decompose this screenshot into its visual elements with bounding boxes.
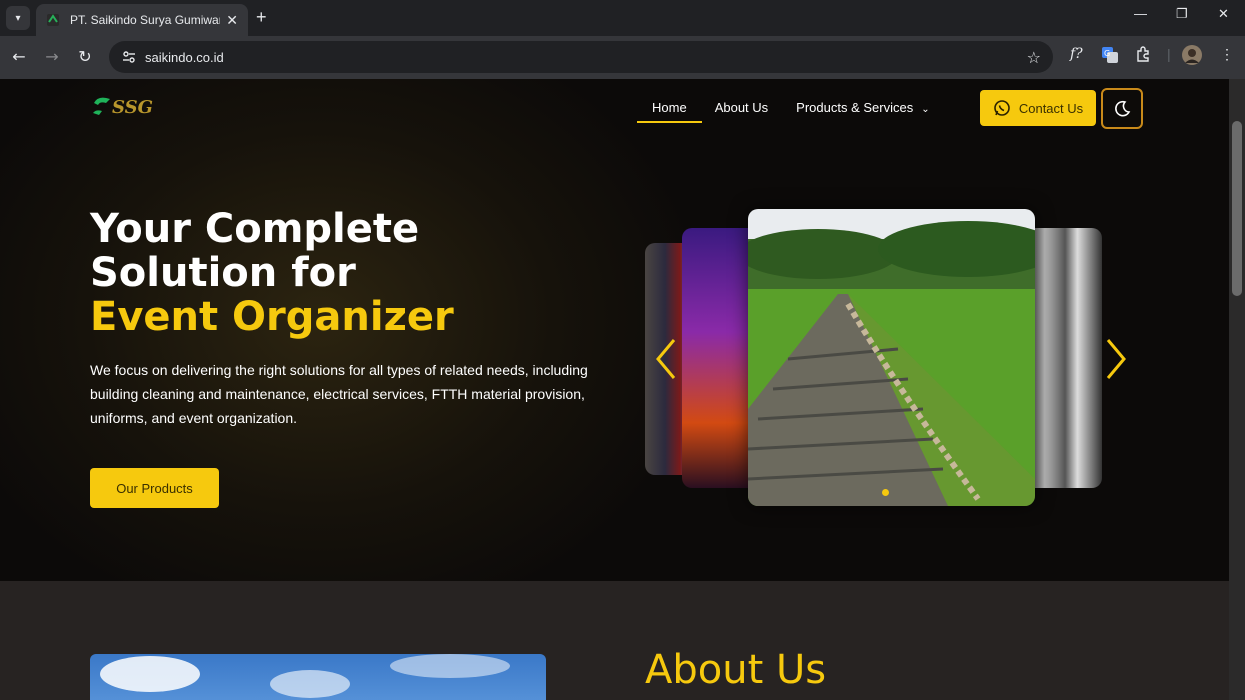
- extensions-puzzle-icon[interactable]: [1135, 46, 1151, 65]
- browser-toolbar: ← → ↻ saikindo.co.id ☆ f? G | ⋮: [0, 36, 1245, 79]
- tab-title: PT. Saikindo Surya Gumiwang -: [70, 13, 220, 27]
- tab-close-icon[interactable]: ✕: [226, 12, 238, 29]
- minimize-icon[interactable]: —: [1134, 6, 1147, 21]
- main-nav: Home About Us Products & Services ⌄: [637, 100, 958, 123]
- browser-tab[interactable]: PT. Saikindo Surya Gumiwang - ✕: [36, 4, 248, 36]
- hero-section: SSG Home About Us Products & Services ⌄ C…: [0, 79, 1229, 581]
- reload-icon[interactable]: ↻: [74, 47, 96, 66]
- moon-icon: [1115, 100, 1131, 116]
- page-scrollbar[interactable]: [1229, 79, 1245, 700]
- web-page: SSG Home About Us Products & Services ⌄ C…: [0, 79, 1229, 700]
- about-title: About Us: [645, 647, 827, 693]
- nav-about[interactable]: About Us: [715, 100, 768, 115]
- hero-description: We focus on delivering the right solutio…: [90, 362, 588, 426]
- contact-us-label: Contact Us: [1018, 100, 1084, 116]
- our-products-button[interactable]: Our Products: [90, 468, 219, 508]
- new-tab-button[interactable]: +: [256, 7, 267, 28]
- carousel-next-icon[interactable]: [1102, 334, 1132, 384]
- about-section: About Us: [0, 581, 1229, 700]
- browser-menu-icon[interactable]: ⋮: [1220, 46, 1234, 63]
- nav-home[interactable]: Home: [637, 100, 702, 123]
- garden-path-image: [748, 209, 1035, 506]
- restore-icon[interactable]: ❐: [1176, 6, 1188, 22]
- browser-tabbar: ▾ PT. Saikindo Surya Gumiwang - ✕ + — ❐ …: [0, 0, 1245, 36]
- carousel-prev-icon[interactable]: [650, 334, 680, 384]
- address-bar[interactable]: saikindo.co.id ☆: [109, 41, 1053, 73]
- bookmark-star-icon[interactable]: ☆: [1027, 48, 1041, 67]
- site-favicon-icon: [46, 12, 62, 28]
- url-text: saikindo.co.id: [145, 49, 224, 65]
- carousel-slide-garden[interactable]: [748, 209, 1035, 506]
- scrollbar-thumb[interactable]: [1232, 121, 1242, 296]
- translate-extension-icon[interactable]: G: [1101, 46, 1119, 67]
- back-icon[interactable]: ←: [8, 47, 30, 66]
- contact-us-button[interactable]: Contact Us: [980, 90, 1096, 126]
- forward-icon[interactable]: →: [41, 47, 63, 66]
- whatsapp-icon: [994, 100, 1010, 116]
- site-settings-icon[interactable]: [119, 47, 139, 67]
- image-carousel: [640, 209, 1140, 509]
- nav-products-services[interactable]: Products & Services ⌄: [796, 100, 929, 115]
- profile-avatar[interactable]: [1182, 45, 1202, 68]
- formula-extension-icon[interactable]: f?: [1070, 46, 1083, 62]
- company-logo[interactable]: SSG: [90, 91, 166, 121]
- svg-text:G: G: [1104, 49, 1110, 58]
- toolbar-divider: |: [1167, 46, 1171, 62]
- about-image: [90, 654, 546, 700]
- carousel-dot-active[interactable]: [882, 489, 889, 496]
- tab-search-icon[interactable]: ▾: [6, 6, 30, 30]
- theme-toggle-button[interactable]: [1101, 88, 1143, 129]
- nav-products-label: Products & Services: [796, 100, 914, 115]
- hero-title-accent: Event Organizer: [90, 294, 454, 340]
- window-close-icon[interactable]: ✕: [1218, 6, 1229, 22]
- hero-title: Your Complete Solution for Event Organiz…: [90, 207, 610, 339]
- chevron-down-icon: ⌄: [921, 104, 930, 115]
- logo-text: SSG: [112, 97, 153, 118]
- hero-title-main: Your Complete Solution for: [90, 206, 420, 296]
